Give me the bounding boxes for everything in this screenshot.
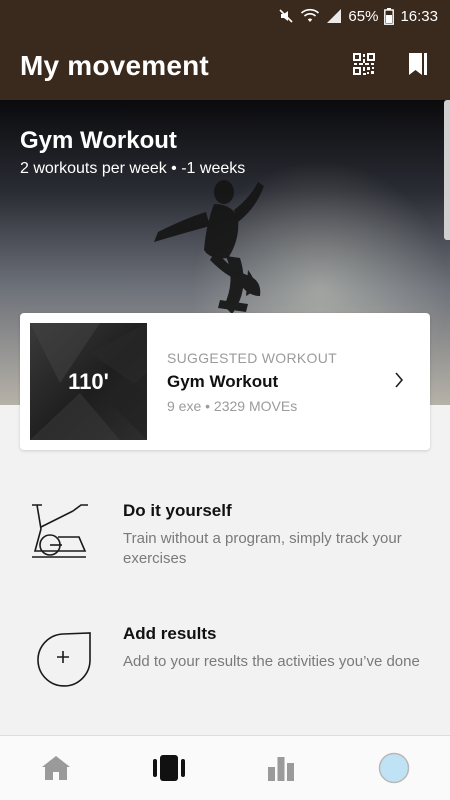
app-bar: My movement: [0, 32, 450, 100]
stats-icon: [268, 757, 295, 781]
nav-profile[interactable]: [338, 736, 450, 800]
nav-home[interactable]: [0, 736, 113, 800]
suggested-workout-card[interactable]: 110' SUGGESTED WORKOUT Gym Workout 9 exe…: [20, 313, 430, 450]
qr-code-icon[interactable]: [352, 52, 376, 76]
bottom-nav: [0, 735, 450, 800]
battery-percent: 65%: [348, 7, 379, 25]
workout-duration: 110': [68, 368, 109, 394]
exercise-bike-icon: [32, 504, 88, 558]
suggested-label: SUGGESTED WORKOUT: [167, 350, 337, 366]
option-description: Train without a program, simply track yo…: [123, 530, 402, 567]
bookmark-icon[interactable]: [406, 52, 428, 76]
workout-icon: [152, 755, 185, 781]
app-actions: [352, 52, 428, 76]
add-results-option[interactable]: Add results Add to your results the acti…: [0, 624, 450, 734]
option-title: Do it yourself: [123, 501, 232, 520]
status-bar: 65% 16:33: [0, 0, 450, 32]
nav-workout[interactable]: [113, 736, 226, 800]
hero-subtitle: 2 workouts per week • -1 weeks: [20, 160, 246, 177]
add-circle-icon: [37, 632, 91, 687]
profile-icon: [378, 752, 409, 784]
option-title: Add results: [123, 624, 217, 643]
wifi-icon: [301, 8, 320, 22]
signal-icon: [327, 9, 342, 23]
mute-icon: [279, 9, 293, 23]
nav-stats[interactable]: [225, 736, 338, 800]
option-description: Add to your results the activities you’v…: [123, 653, 420, 670]
battery-icon: [384, 7, 395, 25]
suggested-meta: 9 exe • 2329 MOVEs: [167, 398, 298, 414]
chevron-right-icon[interactable]: [394, 371, 404, 389]
workout-thumbnail: 110': [30, 323, 147, 440]
scrollbar[interactable]: [444, 100, 450, 240]
home-icon: [42, 756, 71, 780]
hero-title: Gym Workout: [20, 127, 177, 154]
suggested-title: Gym Workout: [167, 372, 279, 391]
status-time: 16:33: [400, 7, 438, 25]
page-title: My movement: [20, 50, 209, 81]
do-it-yourself-option[interactable]: Do it yourself Train without a program, …: [0, 501, 450, 611]
